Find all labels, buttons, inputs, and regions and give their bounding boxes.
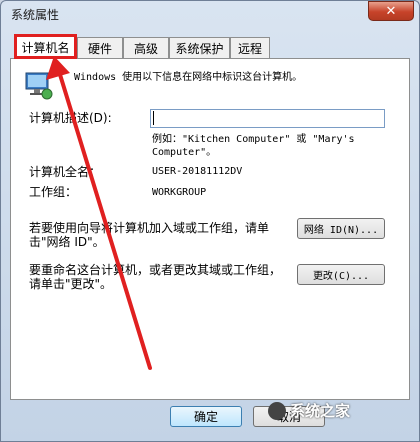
ok-button[interactable]: 确定 [170, 406, 242, 427]
button-label: 更改(C)... [312, 271, 370, 282]
workgroup-label: 工作组： [29, 185, 78, 199]
tab-advanced[interactable]: 高级 [123, 37, 169, 58]
join-text-line1: 若要使用向导将计算机加入域或工作组，请单 [29, 221, 270, 235]
change-button[interactable]: 更改(C)... [297, 264, 385, 285]
button-label: 确定 [193, 410, 218, 424]
description-input[interactable] [150, 109, 385, 128]
tab-label: 远程 [237, 41, 262, 56]
tab-system-protection[interactable]: 系统保护 [169, 37, 230, 58]
tab-hardware[interactable]: 硬件 [77, 37, 123, 58]
full-name-label: 计算机全名： [29, 165, 102, 179]
button-label: 网络 ID(N)... [303, 225, 379, 236]
watermark-logo-icon [268, 402, 286, 420]
close-icon: ✕ [385, 3, 397, 19]
monitor-network-icon [25, 72, 53, 100]
close-button[interactable]: ✕ [368, 1, 414, 21]
tab-highlight-box [14, 34, 77, 59]
example-text-line2: Computer"。 [152, 147, 217, 158]
watermark-text: 系统之家 [290, 402, 351, 420]
tab-label: 系统保护 [175, 41, 224, 56]
rename-text-line1: 要重命名这台计算机，或者更改其域或工作组， [29, 263, 282, 277]
tab-label: 硬件 [87, 41, 112, 56]
network-id-button[interactable]: 网络 ID(N)... [297, 218, 385, 239]
example-text-line1: 例如："Kitchen Computer" 或 "Mary's [152, 134, 355, 145]
intro-text: Windows 使用以下信息在网络中标识这台计算机。 [74, 72, 303, 83]
description-label: 计算机描述(D): [29, 111, 112, 125]
tab-remote[interactable]: 远程 [230, 37, 270, 58]
workgroup-value: WORKGROUP [152, 187, 207, 198]
rename-text-line2: 请单击"更改"。 [29, 277, 113, 291]
text-caret [153, 111, 154, 125]
tab-label: 高级 [133, 41, 158, 56]
full-name-value: USER-20181112DV [152, 166, 243, 177]
window-title: 系统属性 [11, 8, 60, 22]
join-text-line2: 击"网络 ID"。 [29, 235, 105, 249]
